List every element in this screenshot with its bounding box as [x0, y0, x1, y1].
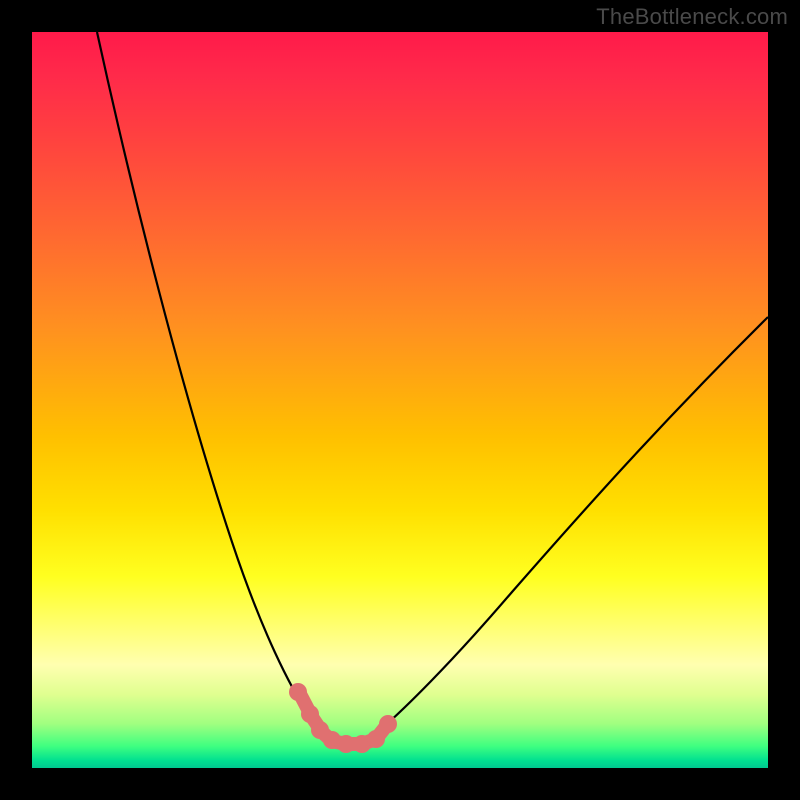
curve-layer — [32, 32, 768, 768]
marker-dot — [337, 735, 355, 753]
marker-dot — [367, 730, 385, 748]
valley-markers — [289, 683, 397, 753]
marker-dot — [289, 683, 307, 701]
marker-dot — [379, 715, 397, 733]
watermark-text: TheBottleneck.com — [596, 4, 788, 30]
chart-container: TheBottleneck.com — [0, 0, 800, 800]
plot-area — [32, 32, 768, 768]
curve-right-branch — [372, 317, 768, 737]
curve-left-branch — [97, 32, 336, 742]
marker-dot — [301, 705, 319, 723]
